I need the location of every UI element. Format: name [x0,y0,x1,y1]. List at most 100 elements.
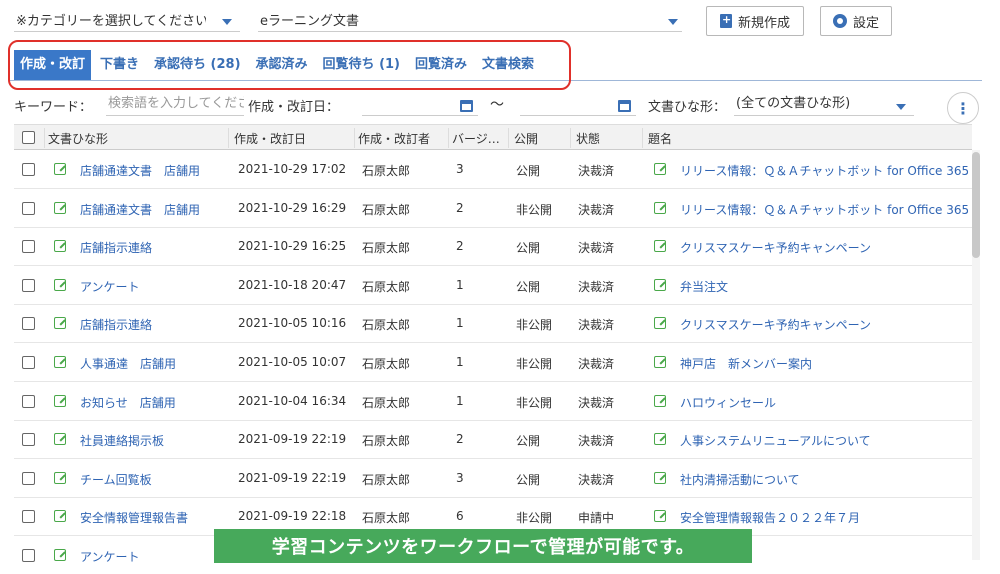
table-row[interactable]: 人事通達 店舗用 2021-10-05 10:07 石原太郎 1 非公開 決裁済 神戸店 新… [14,343,972,382]
edit-icon[interactable] [654,240,666,253]
edit-icon[interactable] [54,394,66,407]
edit-icon[interactable] [654,278,666,291]
tab-create-revise[interactable]: 作成・改訂 [14,50,92,80]
new-document-button[interactable]: 新規作成 [706,6,804,36]
settings-button[interactable]: 設定 [820,6,892,36]
row-title[interactable]: クリスマスケーキ予約キャンペーン [680,239,970,256]
row-checkbox[interactable] [22,201,35,215]
keyword-input[interactable]: 検索語を入力してください [106,94,244,116]
row-checkbox[interactable] [22,356,35,369]
row-version: 2 [456,200,464,215]
table-row[interactable]: 社員連絡掲示板 2021-09-19 22:19 石原太郎 2 公開 決裁済 人事システムリ… [14,420,972,460]
row-checkbox[interactable] [22,510,35,524]
row-checkbox[interactable] [22,394,35,408]
row-public: 公開 [516,434,541,449]
row-version: 3 [456,162,464,176]
row-author: 石原太郎 [362,357,411,371]
row-checkbox[interactable] [22,549,35,562]
chevron-down-icon [222,19,232,25]
edit-icon[interactable] [654,471,666,484]
scrollbar-thumb[interactable] [972,152,980,258]
row-template[interactable]: アンケート [80,278,228,295]
edit-icon[interactable] [654,394,666,407]
document-type-select[interactable]: eラーニング文書 [258,8,682,32]
row-checkbox[interactable] [22,240,35,254]
select-all-checkbox[interactable] [22,131,35,144]
edit-icon[interactable] [54,240,66,253]
row-date: 2021-10-29 17:02 [238,162,347,176]
table-row[interactable]: お知らせ 店舗用 2021-10-04 16:34 石原太郎 1 非公開 決裁済 ハロウィン… [14,382,972,421]
row-template[interactable]: 店舗指示連絡 [80,316,228,333]
edit-icon[interactable] [654,433,666,446]
row-template[interactable]: 社員連絡掲示板 [80,432,228,449]
tab-circulated[interactable]: 回覧済み [409,50,473,80]
category-select[interactable]: ※カテゴリーを選択してください [14,8,240,32]
tab-pending-circulation[interactable]: 回覧待ち (1) [317,50,406,80]
row-template[interactable]: チーム回覧板 [80,471,228,488]
tab-document-search[interactable]: 文書検索 [476,50,540,80]
edit-icon[interactable] [54,549,66,561]
row-title[interactable]: クリスマスケーキ予約キャンペーン [680,316,970,333]
row-title[interactable]: 安全管理情報報告２０２２年７月 [680,509,970,526]
row-template[interactable]: 人事通達 店舗用 [80,355,228,372]
row-template[interactable]: 店舗指示連絡 [80,239,228,256]
row-title[interactable]: 社内清掃活動について [680,471,970,488]
edit-icon[interactable] [54,278,66,291]
header-public[interactable]: 公開 [514,130,570,147]
row-template[interactable]: 店舗通達文書 店舗用 [80,201,228,218]
row-template[interactable]: アンケート [80,548,228,565]
edit-icon[interactable] [54,471,66,484]
tab-approved[interactable]: 承認済み [250,50,314,80]
edit-icon[interactable] [54,510,66,523]
row-author: 石原太郎 [362,279,411,294]
tab-drafts[interactable]: 下書き [94,50,145,80]
more-options-button[interactable]: ⋮ [947,92,979,124]
table-row[interactable]: 店舗通達文書 店舗用 2021-10-29 16:29 石原太郎 2 非公開 決裁済 リリー… [14,189,972,228]
table-row[interactable]: チーム回覧板 2021-09-19 22:19 石原太郎 3 公開 決裁済 社内清掃活動につ… [14,459,972,498]
table-row[interactable]: 店舗通達文書 店舗用 2021-10-29 17:02 石原太郎 3 公開 決裁済 リリース… [14,150,972,189]
header-version[interactable]: バージョン [452,130,504,147]
row-title[interactable]: 弁当注文 [680,278,970,295]
row-title[interactable]: 神戸店 新メンバー案内 [680,355,970,372]
date-range-separator: ～ [490,97,504,113]
tab-pending-approval[interactable]: 承認待ち (28) [148,50,247,80]
edit-icon[interactable] [54,163,66,175]
row-checkbox[interactable] [22,163,35,176]
calendar-icon[interactable] [460,100,473,112]
row-checkbox[interactable] [22,317,35,331]
row-template[interactable]: 店舗通達文書 店舗用 [80,162,228,179]
table-row[interactable]: 店舗指示連絡 2021-10-29 16:25 石原太郎 2 公開 決裁済 クリスマスケーキ… [14,227,972,267]
calendar-icon[interactable] [618,100,631,112]
edit-icon[interactable] [54,317,66,330]
row-checkbox[interactable] [22,278,35,292]
table-row[interactable]: アンケート 2021-10-18 20:47 石原太郎 1 公開 決裁済 弁当注文 [14,266,972,305]
edit-icon[interactable] [54,433,66,446]
edit-icon[interactable] [654,317,666,330]
row-template[interactable]: 安全情報管理報告書 [80,509,228,526]
edit-icon[interactable] [54,356,66,368]
header-status[interactable]: 状態 [576,130,642,147]
row-checkbox[interactable] [22,471,35,485]
header-title[interactable]: 題名 [648,130,848,147]
edit-icon[interactable] [654,163,666,175]
row-title[interactable]: リリース情報：Ｑ＆Ａチャットボット for Office 365 [680,162,970,179]
row-checkbox[interactable] [22,433,35,447]
header-author[interactable]: 作成・改訂者 [358,130,446,147]
edit-icon[interactable] [654,201,666,214]
date-label: 作成・改訂日： [248,100,340,115]
row-template[interactable]: お知らせ 店舗用 [80,394,228,411]
row-title[interactable]: ハロウィンセール [680,394,970,411]
header-date[interactable]: 作成・改訂日 [234,130,350,147]
edit-icon[interactable] [654,356,666,368]
row-title[interactable]: 人事システムリニューアルについて [680,432,970,449]
row-version: 3 [456,470,464,485]
column-divider [448,128,449,148]
table-row[interactable]: 店舗指示連絡 2021-10-05 10:16 石原太郎 1 非公開 決裁済 クリスマスケー… [14,304,972,344]
header-template[interactable]: 文書ひな形 [48,130,228,147]
edit-icon[interactable] [654,510,666,523]
row-date: 2021-10-04 16:34 [238,393,347,408]
template-select[interactable]: (全ての文書ひな形) [734,94,914,116]
column-divider [508,128,509,148]
row-title[interactable]: リリース情報：Ｑ＆Ａチャットボット for Office 365 [680,201,970,218]
edit-icon[interactable] [54,201,66,214]
